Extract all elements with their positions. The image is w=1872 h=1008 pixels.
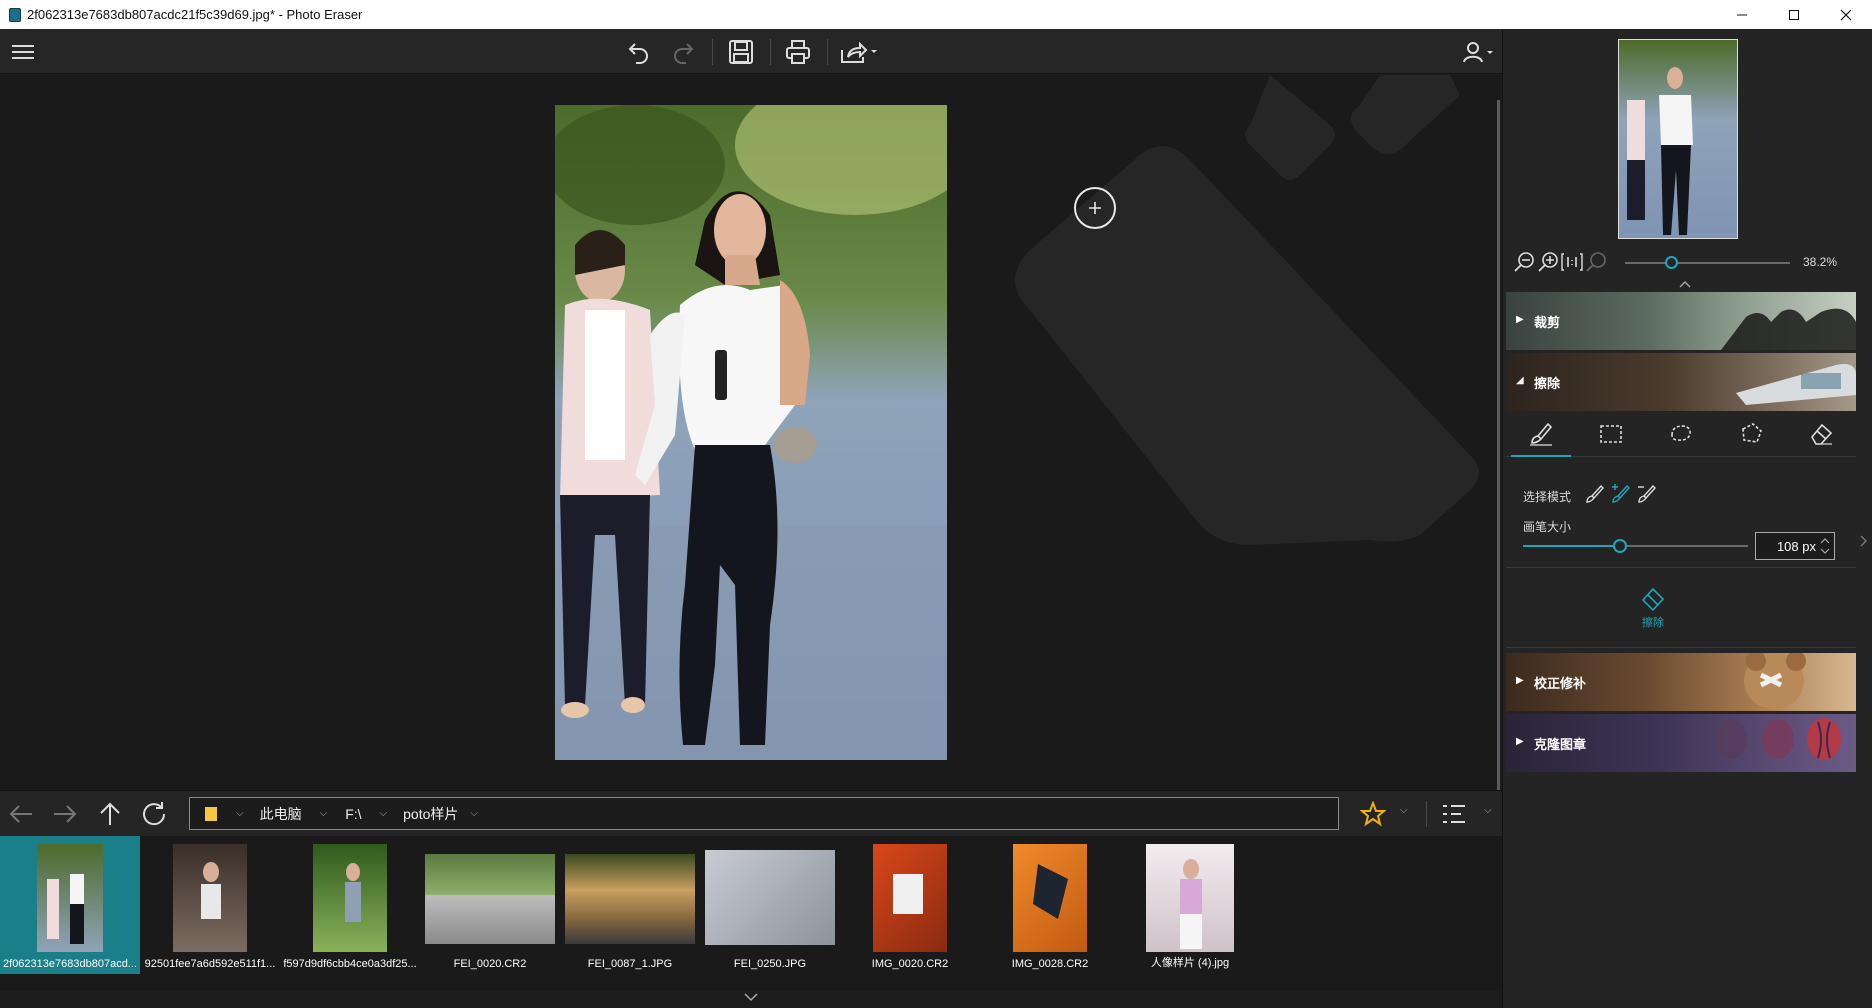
erase-section-label: 擦除 xyxy=(1534,376,1561,391)
forward-arrow-icon[interactable] xyxy=(50,799,80,829)
lasso-select-icon[interactable] xyxy=(1646,412,1716,456)
close-icon[interactable] xyxy=(1820,0,1872,29)
image-canvas[interactable] xyxy=(0,75,1500,790)
retouch-section-label: 校正修补 xyxy=(1534,676,1587,691)
back-arrow-icon[interactable] xyxy=(6,799,36,829)
save-icon[interactable] xyxy=(726,37,756,67)
zoom-percent: 38.2% xyxy=(1803,255,1838,269)
path-breadcrumb[interactable]: ⌵ 此电脑 ⌵ F:\ ⌵ poto样片 ⌵ xyxy=(189,797,1339,830)
polygon-select-icon[interactable] xyxy=(1716,412,1786,456)
retouch-section-header[interactable]: ▶ 校正修补 xyxy=(1506,653,1856,711)
zoom-slider-handle[interactable] xyxy=(1665,256,1678,269)
brush-mode-add-icon[interactable] xyxy=(1609,483,1631,505)
thumbnail-item[interactable]: 2f062313e7683db807acd... xyxy=(0,836,140,974)
thumbnail-item[interactable]: FEI_0087_1.JPG xyxy=(560,836,700,974)
main-toolbar xyxy=(0,29,1502,74)
clone-section-label: 克隆图章 xyxy=(1534,737,1587,752)
clone-section-header[interactable]: ▶ 克隆图章 xyxy=(1506,714,1856,772)
list-view-icon[interactable] xyxy=(1439,799,1469,829)
app-icon xyxy=(9,7,21,22)
window-controls xyxy=(1716,0,1872,29)
folder-icon[interactable]: ⌵ xyxy=(204,806,244,822)
rectangle-select-icon[interactable] xyxy=(1576,412,1646,456)
erase-section-header[interactable]: ◢ 擦除 xyxy=(1506,353,1856,411)
view-dropdown-icon[interactable]: ⌵ xyxy=(1484,805,1492,816)
crop-section-label: 裁剪 xyxy=(1534,315,1561,330)
redo-icon[interactable] xyxy=(668,37,698,67)
panel-expand-icon[interactable] xyxy=(1859,534,1869,548)
erase-tool-tabs xyxy=(1506,412,1856,457)
eraser-tool-icon[interactable] xyxy=(1786,412,1856,456)
breadcrumb-folder[interactable]: poto样片 ⌵ xyxy=(403,804,478,824)
erase-action-icon xyxy=(1641,587,1665,612)
file-navigation-bar: ⌵ 此电脑 ⌵ F:\ ⌵ poto样片 ⌵ ⌵ ⌵ xyxy=(0,790,1502,836)
brush-size-label: 画笔大小 xyxy=(1523,520,1572,534)
refresh-icon[interactable] xyxy=(139,799,169,829)
brush-mode-subtract-icon[interactable] xyxy=(1635,483,1657,505)
breadcrumb-drive[interactable]: F:\ ⌵ xyxy=(345,806,387,822)
thumbnail-item[interactable]: FEI_0250.JPG xyxy=(700,836,840,974)
brush-mode-normal-icon[interactable] xyxy=(1583,483,1605,505)
fit-view-icon[interactable] xyxy=(1585,251,1607,273)
star-icon[interactable] xyxy=(1358,799,1388,829)
breadcrumb-pc[interactable]: 此电脑 ⌵ xyxy=(260,804,328,824)
brush-size-slider[interactable] xyxy=(1523,539,1748,553)
actual-size-icon[interactable] xyxy=(1561,251,1583,273)
thumbnail-item[interactable]: IMG_0020.CR2 xyxy=(840,836,980,974)
expand-arrow-icon: ▶ xyxy=(1516,736,1524,747)
window-title: 2f062313e7683db807acdc21f5c39d69.jpg* - … xyxy=(27,7,363,22)
thumbnail-item[interactable]: f597d9df6cbb4ce0a3df25... xyxy=(280,836,420,974)
brush-cursor xyxy=(1074,187,1116,229)
expand-arrow-icon: ▶ xyxy=(1516,314,1524,325)
thumbnail-strip: 2f062313e7683db807acd... 92501fee7a6d592… xyxy=(0,836,1502,991)
share-icon[interactable] xyxy=(838,37,880,67)
thumbnail-item[interactable]: 人像样片 (4).jpg xyxy=(1120,836,1260,974)
zoom-in-icon[interactable] xyxy=(1537,251,1559,273)
thumbnail-item[interactable]: IMG_0028.CR2 xyxy=(980,836,1120,974)
erase-button[interactable]: 擦除 xyxy=(1618,586,1688,636)
crop-section-header[interactable]: ▶ 裁剪 xyxy=(1506,292,1856,350)
title-bar: 2f062313e7683db807acdc21f5c39d69.jpg* - … xyxy=(0,0,1872,29)
collapse-arrow-icon: ◢ xyxy=(1516,375,1524,386)
brush-size-fill xyxy=(1523,545,1620,547)
zoom-out-icon[interactable] xyxy=(1513,251,1535,273)
spinner-icon[interactable] xyxy=(1820,536,1830,556)
brush-size-handle[interactable] xyxy=(1612,539,1627,553)
up-arrow-icon[interactable] xyxy=(95,799,125,829)
menu-icon[interactable] xyxy=(8,37,38,67)
brush-tool-icon[interactable] xyxy=(1506,412,1576,457)
zoom-controls: 38.2% xyxy=(1513,251,1863,275)
canvas-scrollbar[interactable] xyxy=(1497,100,1500,790)
undo-icon[interactable] xyxy=(624,37,654,67)
selection-mode-label: 选择模式 xyxy=(1523,490,1572,504)
navigator-preview[interactable] xyxy=(1618,39,1738,239)
thumbnail-item[interactable]: FEI_0020.CR2 xyxy=(420,836,560,974)
brush-size-input[interactable]: 108 px xyxy=(1755,532,1835,560)
right-panel: 38.2% ▶ 裁剪 ◢ 擦除 选择模式 画笔大小 108 px 擦除 ▶ 校正… xyxy=(1502,29,1872,1008)
maximize-icon[interactable] xyxy=(1768,0,1820,29)
print-icon[interactable] xyxy=(783,37,813,67)
rating-dropdown-icon[interactable]: ⌵ xyxy=(1400,805,1408,816)
collapse-strip-icon[interactable] xyxy=(0,991,1502,1008)
minimize-icon[interactable] xyxy=(1716,0,1768,29)
thumbnail-item[interactable]: 92501fee7a6d592e511f1... xyxy=(140,836,280,974)
main-photo[interactable] xyxy=(555,105,947,760)
collapse-navigator-icon[interactable] xyxy=(1678,279,1692,289)
user-icon[interactable] xyxy=(1460,37,1496,67)
expand-arrow-icon: ▶ xyxy=(1516,675,1524,686)
zoom-slider[interactable] xyxy=(1625,262,1790,264)
